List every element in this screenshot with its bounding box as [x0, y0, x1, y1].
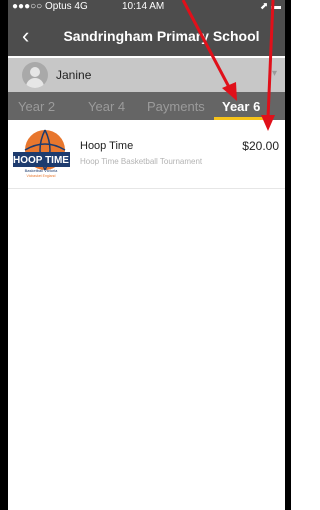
tab-year-2[interactable]: Year 2	[18, 99, 55, 114]
app-header: ●●●○○ Optus 4G 10:14 AM ⬈ ▬ ‹ Sandringha…	[8, 0, 285, 56]
navigation-bar: ‹ Sandringham Primary School	[8, 22, 285, 56]
carrier-signal: ●●●○○ Optus 4G	[12, 1, 88, 12]
hoop-time-logo: HOOP TIME Basketball Victoria Vicbasket …	[13, 129, 70, 178]
phone-frame-left	[0, 0, 8, 510]
logo-caption-small: Vicbasket England	[27, 174, 56, 178]
logo-caption: Basketball Victoria	[25, 168, 59, 173]
item-title: Hoop Time	[80, 140, 134, 152]
status-icons: ⬈ ▬	[259, 1, 281, 12]
item-subtitle: Hoop Time Basketball Tournament	[80, 157, 203, 166]
chevron-down-icon[interactable]: ▾	[272, 68, 277, 79]
app-screen: ●●●○○ Optus 4G 10:14 AM ⬈ ▬ ‹ Sandringha…	[8, 0, 285, 510]
user-selector[interactable]: Janine ▾	[8, 58, 285, 92]
avatar-icon	[22, 62, 48, 88]
item-price: $20.00	[242, 139, 279, 153]
status-bar: ●●●○○ Optus 4G 10:14 AM ⬈ ▬	[8, 0, 285, 16]
tab-year-4[interactable]: Year 4	[88, 99, 125, 114]
user-name: Janine	[56, 68, 92, 82]
phone-frame-right	[285, 0, 291, 510]
active-tab-indicator	[214, 117, 272, 120]
logo-wordmark: HOOP TIME	[13, 155, 69, 166]
page-title: Sandringham Primary School	[63, 28, 260, 44]
tab-bar: Year 2 Year 4 Payments Year 6	[8, 92, 285, 120]
list-item[interactable]: HOOP TIME Basketball Victoria Vicbasket …	[8, 122, 285, 189]
tab-payments[interactable]: Payments	[147, 99, 205, 114]
status-time: 10:14 AM	[122, 1, 165, 12]
back-chevron-icon[interactable]: ‹	[22, 25, 29, 47]
tab-year-6[interactable]: Year 6	[222, 99, 260, 114]
